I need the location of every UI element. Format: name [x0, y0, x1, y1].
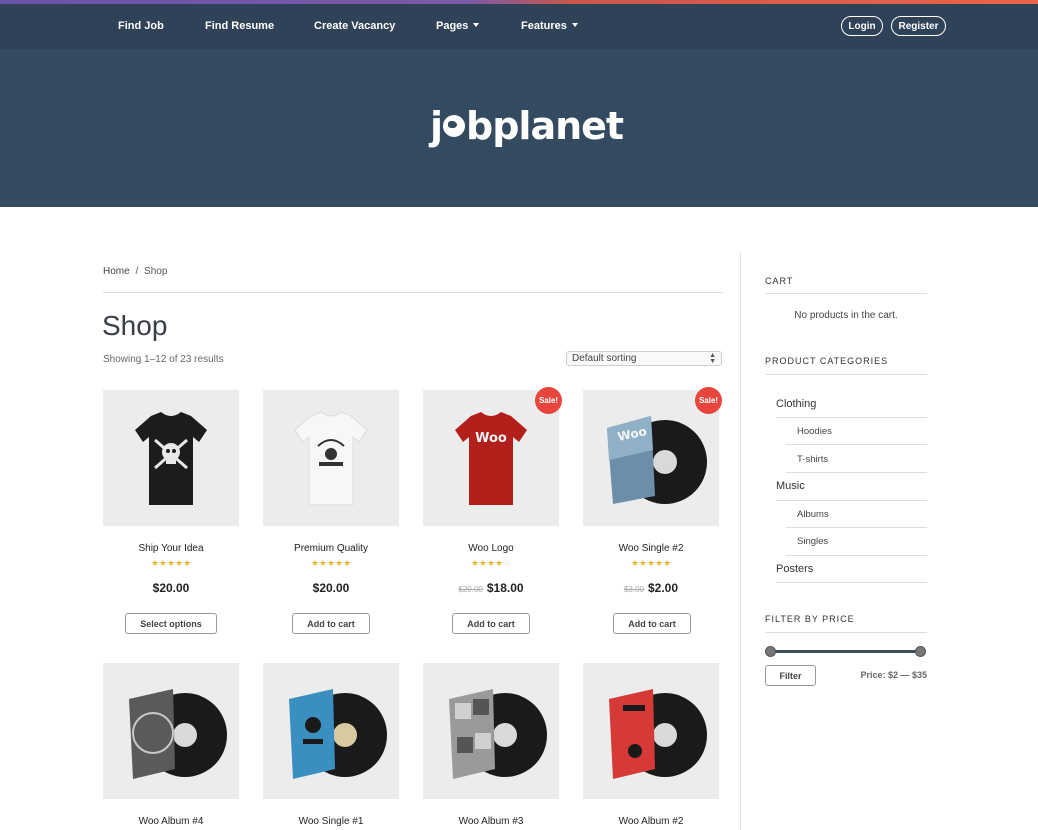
site-logo[interactable]: j bplanet [430, 104, 624, 148]
category-clothing[interactable]: Clothing [776, 398, 816, 410]
category-hoodies[interactable]: Hoodies [797, 426, 832, 437]
vinyl-record-image [609, 689, 707, 779]
product-image[interactable] [423, 663, 559, 799]
product-name[interactable]: Woo Album #3 [423, 816, 559, 827]
product-price: $20.00 [103, 581, 239, 595]
current-price: $2.00 [648, 581, 679, 595]
categories-title-divider [765, 374, 927, 375]
cart-empty-message: No products in the cart. [794, 310, 898, 321]
price-range-label: Price: $2 — $35 [860, 670, 927, 680]
category-divider [776, 417, 927, 418]
product-name[interactable]: Woo Album #4 [103, 816, 239, 827]
current-price: $18.00 [486, 581, 524, 595]
star-rating-filled: ★★★★ [310, 558, 344, 568]
star-rating: ★★★★☆ [423, 558, 559, 569]
sidebar-divider [740, 252, 741, 830]
filter-button[interactable]: Filter [765, 665, 816, 686]
current-price: $20.00 [152, 581, 190, 595]
top-navbar: Find Job Find Resume Create Vacancy Page… [0, 0, 1038, 49]
globe-icon [443, 115, 466, 137]
star-rating: ★★★★★ [583, 558, 719, 569]
breadcrumb-home[interactable]: Home [103, 266, 130, 277]
product-image[interactable] [583, 663, 719, 799]
product-image[interactable] [263, 390, 399, 526]
cart-widget-title: CART [765, 276, 794, 286]
breadcrumb-current: Shop [144, 266, 168, 277]
register-button[interactable]: Register [891, 16, 946, 36]
category-singles[interactable]: Singles [797, 536, 828, 547]
breadcrumb-divider [103, 292, 723, 293]
svg-text:Woo: Woo [475, 431, 507, 446]
old-price: $3.00 [623, 585, 644, 594]
category-divider [786, 527, 927, 528]
price-slider-max-handle[interactable] [915, 646, 926, 657]
product-image[interactable] [263, 663, 399, 799]
category-divider [786, 472, 927, 473]
product-image[interactable] [103, 390, 239, 526]
vinyl-record-image [129, 689, 227, 779]
product-name[interactable]: Woo Single #2 [583, 543, 719, 554]
product-name[interactable]: Premium Quality [263, 543, 399, 554]
product-price: $3.00 $2.00 [583, 581, 719, 595]
price-filter-title: FILTER BY PRICE [765, 614, 855, 624]
sort-select-value: Default sorting [572, 353, 637, 364]
price-slider-track[interactable] [770, 650, 920, 653]
nav-create-vacancy[interactable]: Create Vacancy [314, 20, 395, 32]
login-button[interactable]: Login [841, 16, 883, 36]
breadcrumb-separator: / [135, 266, 139, 277]
nav-find-job[interactable]: Find Job [118, 20, 164, 32]
category-divider [786, 444, 927, 445]
category-music[interactable]: Music [776, 480, 805, 492]
product-price: $20.00 $18.00 [423, 581, 559, 595]
nav-find-resume[interactable]: Find Resume [205, 20, 274, 32]
sort-select[interactable]: Default sorting ▲ ▼ [566, 351, 722, 366]
star-rating: ★★★★★ [263, 558, 399, 569]
nav-features[interactable]: Features [521, 20, 578, 32]
breadcrumb: Home / Shop [103, 266, 167, 277]
star-rating-half: ★ [343, 558, 352, 568]
product-image[interactable] [103, 663, 239, 799]
price-filter-divider [765, 632, 927, 633]
product-name[interactable]: Ship Your Idea [103, 543, 239, 554]
star-rating-half: ★ [183, 558, 192, 568]
category-posters[interactable]: Posters [776, 563, 813, 575]
product-name[interactable]: Woo Single #1 [263, 816, 399, 827]
category-divider [776, 582, 927, 583]
current-price: $20.00 [312, 581, 350, 595]
product-name[interactable]: Woo Logo [423, 543, 559, 554]
star-rating-filled: ★★★★ [150, 558, 184, 568]
cart-title-divider [765, 293, 927, 294]
category-divider [776, 500, 927, 501]
star-rating: ★★★★★ [103, 558, 239, 569]
vinyl-record-image [449, 689, 547, 779]
add-to-cart-button[interactable]: Add to cart [292, 613, 370, 634]
vinyl-record-image [289, 689, 387, 779]
add-to-cart-button[interactable]: Add to cart [613, 613, 691, 634]
category-divider [786, 555, 927, 556]
categories-widget-title: PRODUCT CATEGORIES [765, 356, 889, 366]
nav-pages[interactable]: Pages [436, 20, 480, 32]
white-tshirt-image [294, 411, 368, 506]
star-rating-empty: ☆ [503, 558, 512, 568]
product-name[interactable]: Woo Album #2 [583, 816, 719, 827]
category-albums[interactable]: Albums [797, 509, 829, 520]
star-rating-filled: ★★★★ [630, 558, 664, 568]
caret-down-icon [571, 23, 578, 27]
category-tshirts[interactable]: T-shirts [797, 454, 828, 465]
sale-badge: Sale! [535, 387, 562, 414]
result-count: Showing 1–12 of 23 results [103, 354, 224, 365]
accent-stripe [0, 0, 1038, 4]
price-slider-min-handle[interactable] [765, 646, 776, 657]
caret-down-icon [473, 23, 480, 27]
select-arrows-icon: ▲ ▼ [709, 352, 716, 365]
sale-badge: Sale! [695, 387, 722, 414]
star-rating-half: ★ [663, 558, 672, 568]
add-to-cart-button[interactable]: Add to cart [452, 613, 530, 634]
page-title: Shop [102, 310, 168, 341]
star-rating-filled: ★★★★ [470, 558, 504, 568]
select-options-button[interactable]: Select options [125, 613, 217, 634]
old-price: $20.00 [458, 585, 483, 594]
product-price: $20.00 [263, 581, 399, 595]
black-tshirt-image [135, 412, 207, 505]
